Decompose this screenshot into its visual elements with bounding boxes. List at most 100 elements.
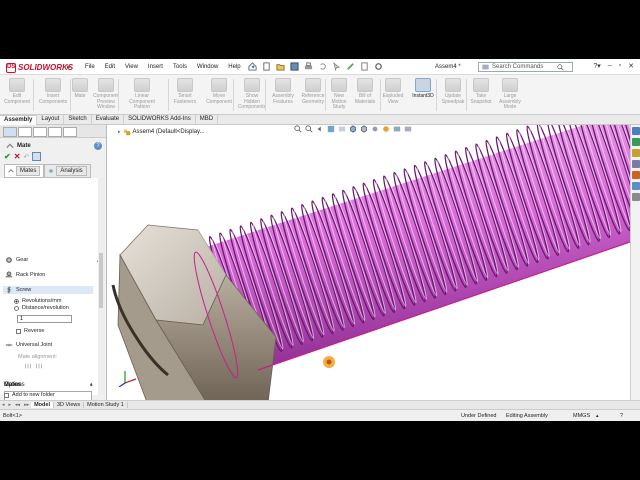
ribbon-button-mate[interactable]: Mate — [72, 78, 88, 100]
file-properties-icon[interactable] — [360, 62, 369, 71]
add-to-folder-box[interactable] — [4, 392, 9, 398]
ribbon-button-icon — [244, 78, 260, 92]
tab-mbd[interactable]: MBD — [196, 115, 219, 125]
menu-file[interactable]: File — [80, 64, 100, 71]
add-to-folder-checkbox[interactable]: Add to new folder — [4, 392, 55, 398]
close-icon[interactable]: ✕ — [628, 62, 634, 70]
ribbon-button-instant3d[interactable]: Instant3D — [410, 78, 436, 100]
home-icon[interactable] — [248, 62, 257, 71]
graphics-area[interactable]: ▸ Assem4 (Default<Display... — [108, 125, 630, 400]
property-manager-title: Mate — [17, 143, 31, 149]
ribbon-button-component-preview-window[interactable]: Component Preview Window — [92, 78, 120, 111]
ribbon-button-icon — [385, 78, 401, 92]
resources-tab-icon[interactable] — [632, 127, 640, 135]
ribbon-button-show-hidden-components[interactable]: Show Hidden Components — [237, 78, 267, 111]
feature-tree-tab-icon[interactable] — [18, 127, 32, 137]
configuration-tab-icon[interactable] — [33, 127, 47, 137]
ribbon-button-insert-components[interactable]: Insert Components — [38, 78, 68, 105]
dimxpert-tab-icon[interactable] — [48, 127, 62, 137]
status-units[interactable]: MMGS — [573, 413, 590, 419]
tab-scroll-last-icon[interactable]: ▸▸ — [22, 402, 31, 408]
reverse-checkbox[interactable]: Reverse — [16, 328, 44, 334]
tab-solidworks-add-ins[interactable]: SOLIDWORKS Add-Ins — [124, 115, 196, 125]
help-icon[interactable]: ? — [94, 142, 102, 150]
ribbon-button-smart-fasteners[interactable]: Smart Fasteners — [172, 78, 198, 105]
forum-tab-icon[interactable] — [632, 193, 640, 201]
reverse-checkbox-box[interactable] — [16, 328, 21, 334]
screw-value-input[interactable] — [17, 315, 72, 323]
search-icon[interactable] — [557, 64, 564, 71]
ribbon-button-reference-geometry[interactable]: Reference Geometry — [300, 78, 326, 105]
cancel-x-icon[interactable]: ✕ — [14, 152, 21, 161]
restore-icon[interactable]: ▫ — [619, 62, 621, 70]
menu-help[interactable]: Help — [223, 64, 245, 71]
scrollbar-thumb[interactable] — [99, 253, 103, 308]
ribbon-button-take-snapshot[interactable]: Take Snapshot — [469, 78, 493, 105]
search-commands-input[interactable]: Search Commands — [478, 62, 573, 72]
aligned-icon[interactable] — [24, 362, 32, 370]
custom-properties-tab-icon[interactable] — [632, 182, 640, 190]
rebuild-icon[interactable] — [346, 62, 355, 71]
rack-pinion-mate-option[interactable]: Rack Pinion — [5, 271, 45, 279]
help-dropdown-icon[interactable]: ?▾ — [593, 62, 600, 70]
property-manager-scrollbar[interactable] — [98, 178, 104, 395]
ribbon-button-exploded-view[interactable]: Exploded View — [382, 78, 404, 105]
logo-menu-caret-icon[interactable]: ▸ — [67, 63, 71, 71]
document-title: Assem4 * — [435, 64, 461, 70]
revolutions-radio-dot[interactable] — [14, 298, 19, 304]
search-scope-icon[interactable] — [481, 63, 490, 71]
menu-window[interactable]: Window — [192, 64, 223, 71]
undo-icon[interactable]: ↶ — [23, 153, 29, 161]
status-help-icon[interactable]: ? — [620, 413, 623, 419]
screw-mate-option[interactable]: Screw — [3, 286, 93, 294]
appearances-tab-icon[interactable] — [632, 171, 640, 179]
minimize-icon[interactable]: – — [608, 62, 612, 70]
units-dropdown-icon[interactable]: ▴ — [596, 413, 599, 419]
universal-joint-mate-option[interactable]: Universal Joint — [5, 341, 52, 349]
menu-edit[interactable]: Edit — [100, 64, 120, 71]
ok-check-icon[interactable]: ✔ — [4, 152, 11, 161]
menu-view[interactable]: View — [120, 64, 143, 71]
options-collapse-icon[interactable]: ▴ — [90, 382, 93, 388]
tab-model[interactable]: Model — [31, 402, 54, 408]
tab-sketch[interactable]: Sketch — [64, 115, 92, 125]
ribbon-button-bill-of-materials[interactable]: Bill of Materials — [353, 78, 377, 105]
tab-layout[interactable]: Layout — [37, 115, 65, 125]
menu-insert[interactable]: Insert — [143, 64, 168, 71]
view-palette-tab-icon[interactable] — [632, 160, 640, 168]
menu-tools[interactable]: Tools — [168, 64, 192, 71]
solidworks-logo[interactable]: DS SOLIDWORKS — [6, 62, 73, 73]
ribbon-button-large-assembly-mode[interactable]: Large Assembly Mode — [498, 78, 522, 111]
gear-mate-option[interactable]: Gear — [5, 256, 28, 264]
ribbon-button-label: Assembly Features — [272, 93, 294, 105]
ribbon-button-new-motion-study[interactable]: New Motion Study — [328, 78, 350, 111]
ribbon-button-move-component[interactable]: Move Component — [205, 78, 233, 105]
tab-analysis[interactable]: Analysis — [44, 164, 91, 178]
print-icon[interactable] — [304, 62, 313, 71]
tab-mates[interactable]: Mates — [4, 164, 45, 178]
file-explorer-tab-icon[interactable] — [632, 149, 640, 157]
open-icon[interactable] — [276, 62, 285, 71]
revolutions-radio[interactable]: Revolutions/mm — [14, 298, 61, 304]
new-document-icon[interactable] — [262, 62, 271, 71]
ribbon-button-edit-component[interactable]: Edit Component — [4, 78, 30, 105]
ribbon-button-assembly-features[interactable]: Assembly Features — [270, 78, 296, 105]
tab-3d-views[interactable]: 3D Views — [54, 402, 85, 408]
undo-icon[interactable] — [318, 62, 327, 71]
tab-scroll-first-icon[interactable]: ◂◂ — [13, 402, 22, 408]
save-icon[interactable] — [290, 62, 299, 71]
tab-assembly[interactable]: Assembly — [0, 115, 38, 125]
options-gear-icon[interactable] — [374, 62, 383, 71]
distance-radio-dot[interactable] — [14, 305, 19, 311]
ribbon-button-update-speedpak[interactable]: Update Speedpak — [440, 78, 466, 105]
design-library-tab-icon[interactable] — [632, 138, 640, 146]
anti-aligned-icon[interactable] — [35, 362, 43, 370]
distance-radio[interactable]: Distance/revolution — [14, 305, 69, 311]
tab-evaluate[interactable]: Evaluate — [92, 115, 125, 125]
ribbon-button-linear-component-pattern[interactable]: Linear Component Pattern — [122, 78, 162, 111]
property-manager-tab-icon[interactable] — [3, 127, 17, 137]
keep-visible-pin-icon[interactable] — [32, 152, 42, 161]
tab-motion-study[interactable]: Motion Study 1 — [84, 402, 128, 408]
display-manager-tab-icon[interactable] — [63, 127, 77, 137]
select-icon[interactable] — [332, 62, 341, 71]
